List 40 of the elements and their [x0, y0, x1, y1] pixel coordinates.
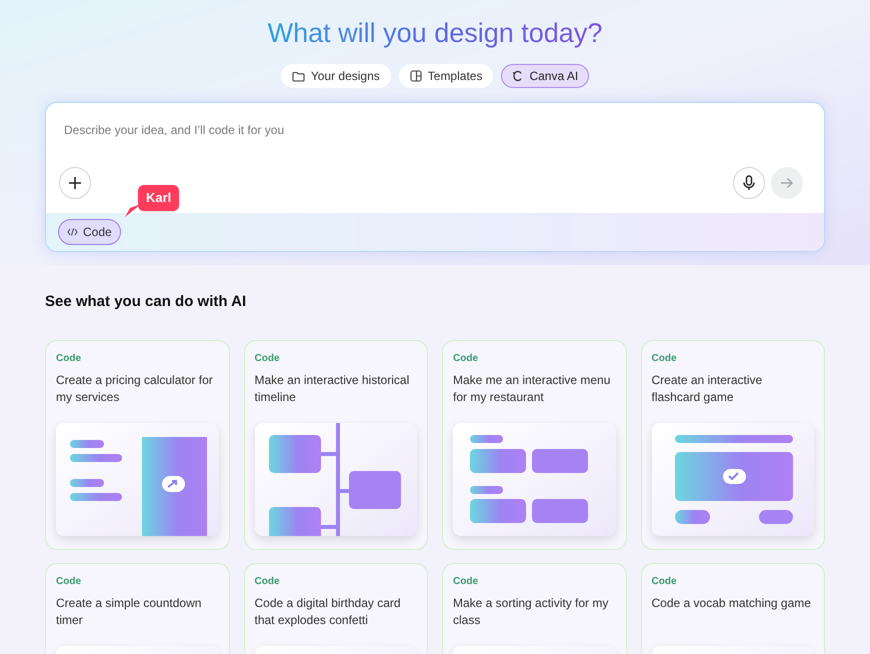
ai-sparkle-icon [512, 70, 524, 82]
arrow-right-icon [780, 177, 794, 189]
card-description: Make me an interactive menu for my restaurant [453, 372, 612, 406]
idea-card[interactable]: Code Create a pricing calculator for my services [45, 340, 230, 550]
microphone-icon [743, 175, 755, 191]
card-tag: Code [254, 574, 417, 588]
idea-card[interactable]: Code Make me an interactive menu for my restaurant [442, 340, 626, 550]
card-description: Code a vocab matching game [652, 594, 812, 612]
folder-icon [292, 70, 305, 82]
card-description: Code a digital birthday card that explodes confetti [254, 594, 402, 629]
microphone-button[interactable] [733, 167, 765, 199]
tab[interactable]: Canva AI [501, 64, 590, 88]
idea-card[interactable]: Code Make a sorting activity for my class [442, 562, 626, 654]
prompt-input[interactable]: Describe your idea, and I’ll code it for you [64, 121, 764, 139]
idea-card[interactable]: Code Make an interactive historical timeline [244, 340, 428, 550]
card-tag: Code [56, 350, 218, 366]
code-chip[interactable]: Code [58, 219, 121, 245]
card-description: Create an interactive flashcard game [652, 372, 764, 406]
card-tag: Code [453, 574, 616, 588]
code-icon [67, 228, 78, 236]
tab[interactable]: Templates [398, 64, 494, 88]
tab[interactable]: Your designs [280, 64, 391, 88]
card-description: Create a simple countdown timer [56, 594, 202, 629]
collaborator-label: Karl [138, 185, 180, 210]
template-icon [410, 70, 422, 82]
card-tag: Code [453, 350, 616, 366]
card-tag: Code [254, 350, 417, 366]
plus-icon [68, 176, 82, 190]
card-description: Make a sorting activity for my class [453, 594, 610, 629]
idea-card[interactable]: Code Create a simple countdown timer [45, 562, 230, 654]
idea-card[interactable]: Code Code a vocab matching game [640, 562, 825, 654]
card-description: Create a pricing calculator for my services [56, 372, 214, 406]
add-button[interactable] [59, 167, 91, 199]
card-tag: Code [652, 574, 814, 588]
idea-card[interactable]: Code Code a digital birthday card that explodes confetti [244, 562, 428, 654]
card-tag: Code [652, 350, 814, 366]
section-title: See what you can do with AI [45, 292, 248, 312]
card-description: Make an interactive historical timeline [254, 372, 410, 406]
card-tag: Code [56, 574, 218, 588]
idea-card[interactable]: Code Create an interactive flashcard game [640, 340, 825, 550]
